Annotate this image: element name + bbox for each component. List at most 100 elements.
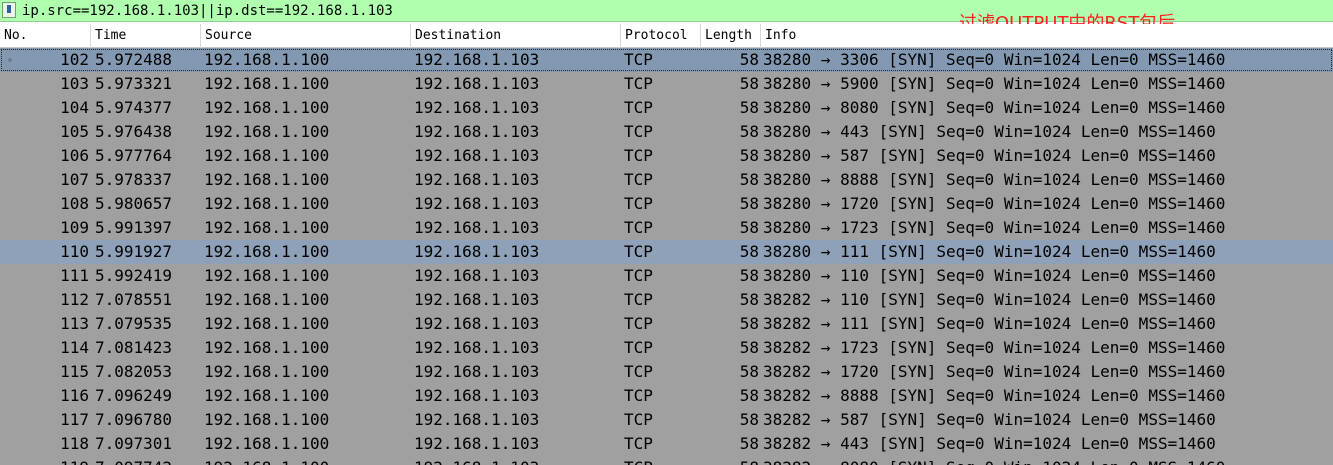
packet-info: 38280 → 1723 [SYN] Seq=0 Win=1024 Len=0 … [763,218,1226,237]
packet-destination: 192.168.1.103 [414,386,540,405]
packet-destination: 192.168.1.103 [414,74,540,93]
bookmark-icon[interactable] [2,2,16,18]
packet-protocol: TCP [624,242,653,261]
packet-row[interactable]: 118 7.097301 192.168.1.100 192.168.1.103 TCP… [0,432,1333,456]
packet-destination: 192.168.1.103 [414,266,540,285]
packet-number: 114 [60,338,89,357]
packet-time: 7.081423 [95,338,173,357]
packet-source: 192.168.1.100 [204,386,330,405]
packet-row[interactable]: 114 7.081423 192.168.1.100 192.168.1.103 TCP… [0,336,1333,360]
packet-number: 105 [60,122,89,141]
packet-length: 58 [739,74,759,93]
packet-info: 38282 → 111 [SYN] Seq=0 Win=1024 Len=0 M… [763,314,1216,333]
packet-number: 103 [60,74,89,93]
packet-row[interactable]: 113 7.079535 192.168.1.100 192.168.1.103 TCP… [0,312,1333,336]
packet-source: 192.168.1.100 [204,266,330,285]
packet-row[interactable]: 104 5.974377 192.168.1.100 192.168.1.103 TCP… [0,96,1333,120]
packet-destination: 192.168.1.103 [414,170,540,189]
packet-time: 5.973321 [95,74,173,93]
packet-number: 111 [60,266,89,285]
packet-info: 38280 → 5900 [SYN] Seq=0 Win=1024 Len=0 … [763,74,1226,93]
packet-number: 118 [60,434,89,453]
packet-length: 58 [739,290,759,309]
packet-time: 5.980657 [95,194,173,213]
packet-number: 113 [60,314,89,333]
column-header-length[interactable]: Length [701,24,761,48]
packet-protocol: TCP [624,194,653,213]
packet-source: 192.168.1.100 [204,146,330,165]
packet-row[interactable]: 111 5.992419 192.168.1.100 192.168.1.103 TCP… [0,264,1333,288]
packet-number: 115 [60,362,89,381]
packet-row[interactable]: 107 5.978337 192.168.1.100 192.168.1.103 TCP… [0,168,1333,192]
packet-info: 38282 → 8888 [SYN] Seq=0 Win=1024 Len=0 … [763,386,1226,405]
packet-number: 109 [60,218,89,237]
packet-list[interactable]: 102 5.972488 192.168.1.100 192.168.1.103 TCP… [0,48,1333,465]
packet-time: 7.079535 [95,314,173,333]
packet-info: 38282 → 8080 [SYN] Seq=0 Win=1024 Len=0 … [763,456,1323,465]
packet-time: 5.991397 [95,218,173,237]
packet-length: 58 [739,194,759,213]
packet-time: 5.977764 [95,146,173,165]
packet-row[interactable]: 110 5.991927 192.168.1.100 192.168.1.103 TCP… [0,240,1333,264]
packet-row[interactable]: 102 5.972488 192.168.1.100 192.168.1.103 TCP… [0,48,1333,72]
packet-info: 38282 → 587 [SYN] Seq=0 Win=1024 Len=0 M… [763,410,1216,429]
packet-protocol: TCP [624,266,653,285]
packet-row[interactable]: 108 5.980657 192.168.1.100 192.168.1.103 TCP… [0,192,1333,216]
column-header-info[interactable]: Info [761,24,1333,48]
packet-info: 38282 → 443 [SYN] Seq=0 Win=1024 Len=0 M… [763,434,1216,453]
packet-time: 7.082053 [95,362,173,381]
packet-number: 108 [60,194,89,213]
column-header-time[interactable]: Time [91,24,201,48]
packet-row[interactable]: 119 7.097742192.168.1.100 192.168.1.103 TCP… [0,456,1333,465]
packet-protocol: TCP [624,122,653,141]
packet-row[interactable]: 116 7.096249 192.168.1.100 192.168.1.103 TCP… [0,384,1333,408]
packet-protocol: TCP [624,410,653,429]
packet-protocol: TCP [624,386,653,405]
packet-destination: 192.168.1.103 [414,146,540,165]
packet-time: 5.992419 [95,266,173,285]
packet-length: 58 [700,456,759,465]
packet-destination: 192.168.1.103 [414,194,540,213]
packet-destination: 192.168.1.103 [414,314,540,333]
packet-source: 192.168.1.100 [204,122,330,141]
packet-time: 5.976438 [95,122,173,141]
column-header-protocol[interactable]: Protocol [621,24,701,48]
packet-length: 58 [739,266,759,285]
packet-length: 58 [739,146,759,165]
packet-number: 102 [60,50,89,69]
packet-info: 38280 → 8888 [SYN] Seq=0 Win=1024 Len=0 … [763,170,1226,189]
packet-time: 5.978337 [95,170,173,189]
packet-info: 38280 → 3306 [SYN] Seq=0 Win=1024 Len=0 … [763,50,1226,69]
packet-destination: 192.168.1.103 [414,218,540,237]
packet-time: 5.974377 [95,98,173,117]
display-filter-input[interactable]: ip.src==192.168.1.103||ip.dst==192.168.1… [22,2,393,20]
packet-time: 5.972488 [95,50,173,69]
packet-protocol: TCP [624,314,653,333]
packet-info: 38280 → 110 [SYN] Seq=0 Win=1024 Len=0 M… [763,266,1216,285]
packet-row[interactable]: 106 5.977764 192.168.1.100 192.168.1.103 TCP… [0,144,1333,168]
column-header-source[interactable]: Source [201,24,411,48]
packet-info: 38280 → 443 [SYN] Seq=0 Win=1024 Len=0 M… [763,122,1216,141]
packet-protocol: TCP [624,74,653,93]
packet-destination: 192.168.1.103 [414,50,540,69]
packet-number: 112 [60,290,89,309]
column-header-destination[interactable]: Destination [411,24,621,48]
packet-destination: 192.168.1.103 [414,362,540,381]
packet-row[interactable]: 109 5.991397 192.168.1.100 192.168.1.103 TCP… [0,216,1333,240]
packet-length: 58 [739,50,759,69]
packet-source: 192.168.1.100 [204,218,330,237]
packet-source: 192.168.1.100 [204,50,330,69]
packet-source: 192.168.1.100 [204,290,330,309]
packet-row[interactable]: 117 7.096780 192.168.1.100 192.168.1.103 TCP… [0,408,1333,432]
packet-number: 110 [60,242,89,261]
packet-row[interactable]: 115 7.082053 192.168.1.100 192.168.1.103 TCP… [0,360,1333,384]
packet-row[interactable]: 103 5.973321 192.168.1.100 192.168.1.103 TCP… [0,72,1333,96]
packet-source: 192.168.1.100 [204,362,330,381]
packet-row[interactable]: 105 5.976438 192.168.1.100 192.168.1.103 TCP… [0,120,1333,144]
column-header-no[interactable]: No. [0,24,91,48]
packet-info: 38280 → 8080 [SYN] Seq=0 Win=1024 Len=0 … [763,98,1226,117]
packet-protocol: TCP [624,98,653,117]
packet-destination: 192.168.1.103 [414,434,540,453]
packet-time: 7.096249 [95,386,173,405]
packet-row[interactable]: 112 7.078551 192.168.1.100 192.168.1.103 TCP… [0,288,1333,312]
